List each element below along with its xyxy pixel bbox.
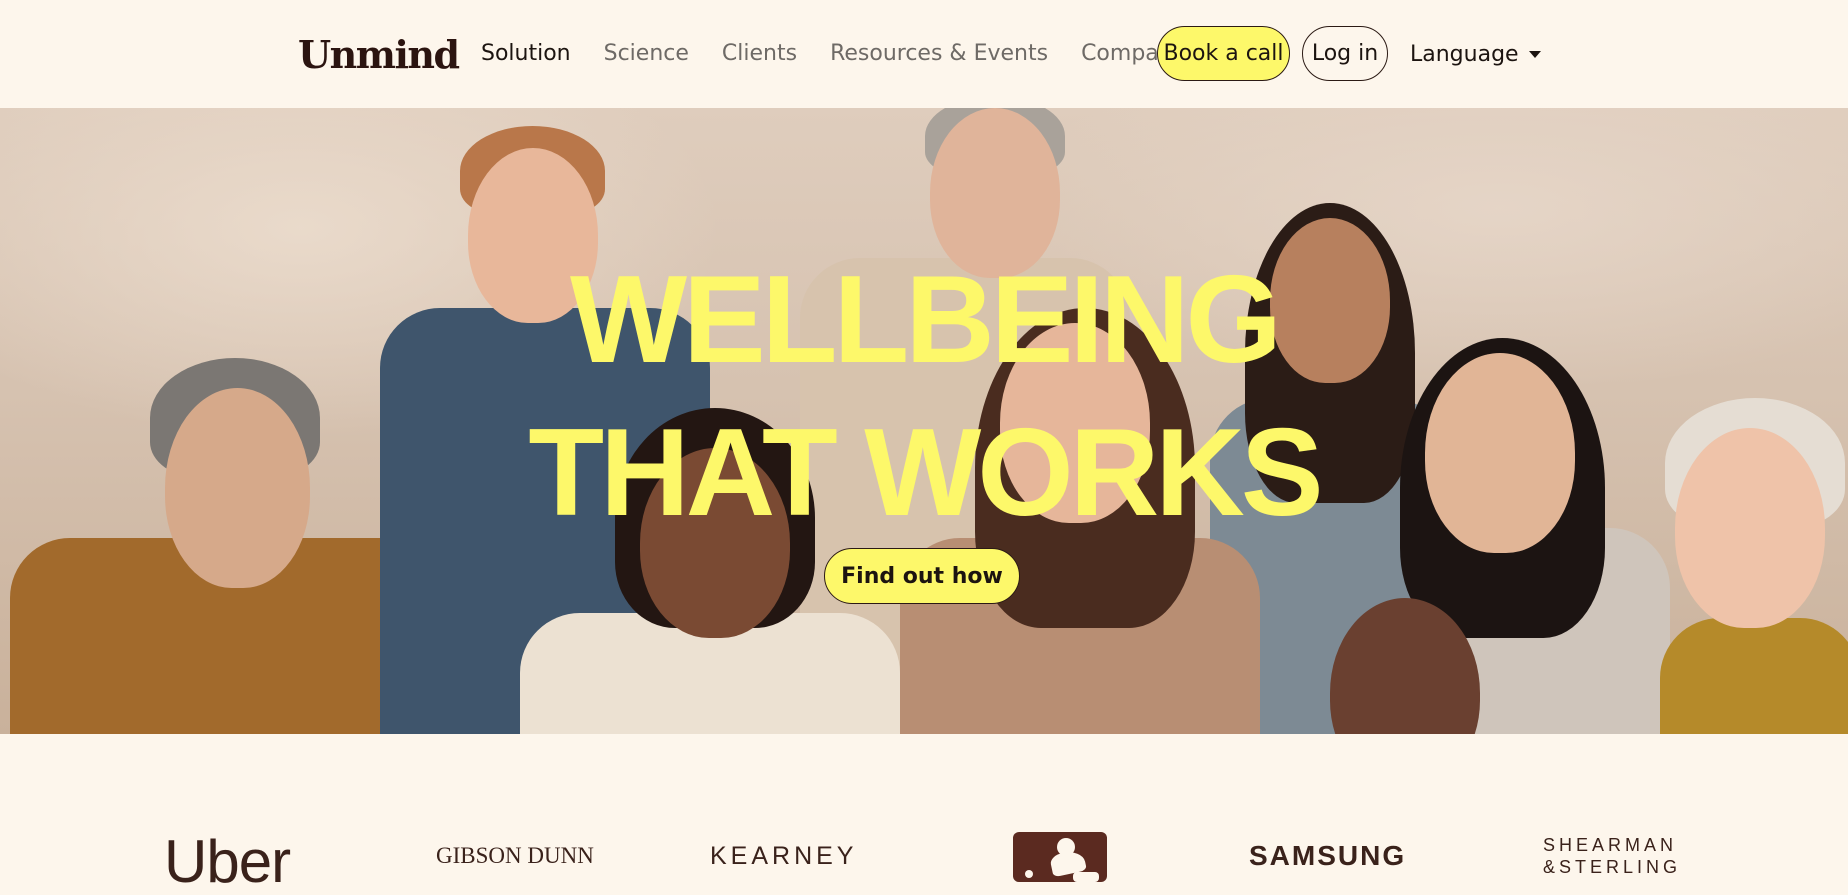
client-logos-strip: Uber GIBSON DUNN KEARNEY SAMSUNG SHEARMA… <box>0 734 1848 894</box>
language-label: Language <box>1410 41 1519 67</box>
hero-title-line2: THAT WORKS <box>528 404 1323 542</box>
chevron-down-icon <box>1528 50 1541 58</box>
main-nav: Solution Science Clients Resources & Eve… <box>481 34 1219 74</box>
language-dropdown[interactable]: Language <box>1410 34 1541 74</box>
shearman-line2: &STERLING <box>1543 857 1682 877</box>
login-button[interactable]: Log in <box>1302 26 1388 81</box>
shearman-line1: SHEARMAN <box>1543 835 1678 855</box>
nav-science[interactable]: Science <box>604 34 689 74</box>
hero-section: WELLBEING THAT WORKS Find out how <box>0 108 1848 734</box>
nav-solution[interactable]: Solution <box>481 34 571 74</box>
kearney-logo: KEARNEY <box>710 842 858 870</box>
gibson-dunn-logo: GIBSON DUNN <box>436 843 594 868</box>
find-out-how-button[interactable]: Find out how <box>824 548 1020 604</box>
uber-logo: Uber <box>164 828 291 895</box>
shearman-sterling-logo: SHEARMAN &STERLING <box>1543 834 1681 878</box>
mlb-logo <box>1013 832 1107 882</box>
unmind-logo[interactable]: Unmind <box>298 32 460 78</box>
book-call-button[interactable]: Book a call <box>1157 26 1290 81</box>
nav-clients[interactable]: Clients <box>722 34 797 74</box>
site-header: Unmind Solution Science Clients Resource… <box>0 0 1848 108</box>
hero-title-line1: WELLBEING <box>570 251 1282 389</box>
samsung-logo: SAMSUNG <box>1249 840 1407 871</box>
nav-resources-events[interactable]: Resources & Events <box>830 34 1048 74</box>
